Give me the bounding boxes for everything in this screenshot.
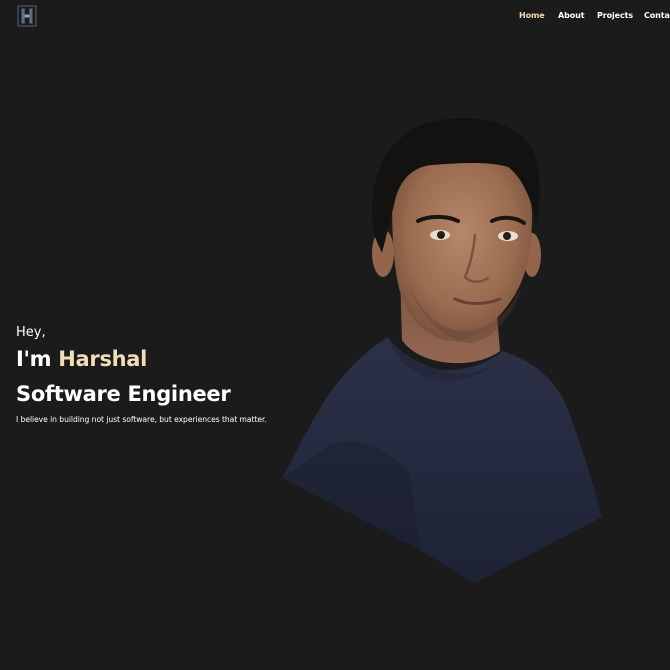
name-highlight: Harshal — [58, 347, 148, 371]
profile-photo — [270, 105, 615, 595]
nav-home[interactable]: Home — [519, 11, 545, 20]
page: Home About Projects Contact Hey, I'm Har… — [0, 0, 670, 670]
h-monogram-icon[interactable] — [17, 5, 37, 27]
role-heading: Software Engineer — [16, 382, 231, 406]
nav-projects[interactable]: Projects — [597, 11, 633, 20]
greeting: Hey, — [16, 325, 46, 340]
nav-contact[interactable]: Contact — [644, 11, 670, 20]
name-prefix: I'm — [16, 347, 59, 371]
name-heading: I'm Harshal — [16, 347, 147, 371]
nav-about[interactable]: About — [558, 11, 585, 20]
tagline: I believe in building not just software,… — [16, 415, 267, 424]
